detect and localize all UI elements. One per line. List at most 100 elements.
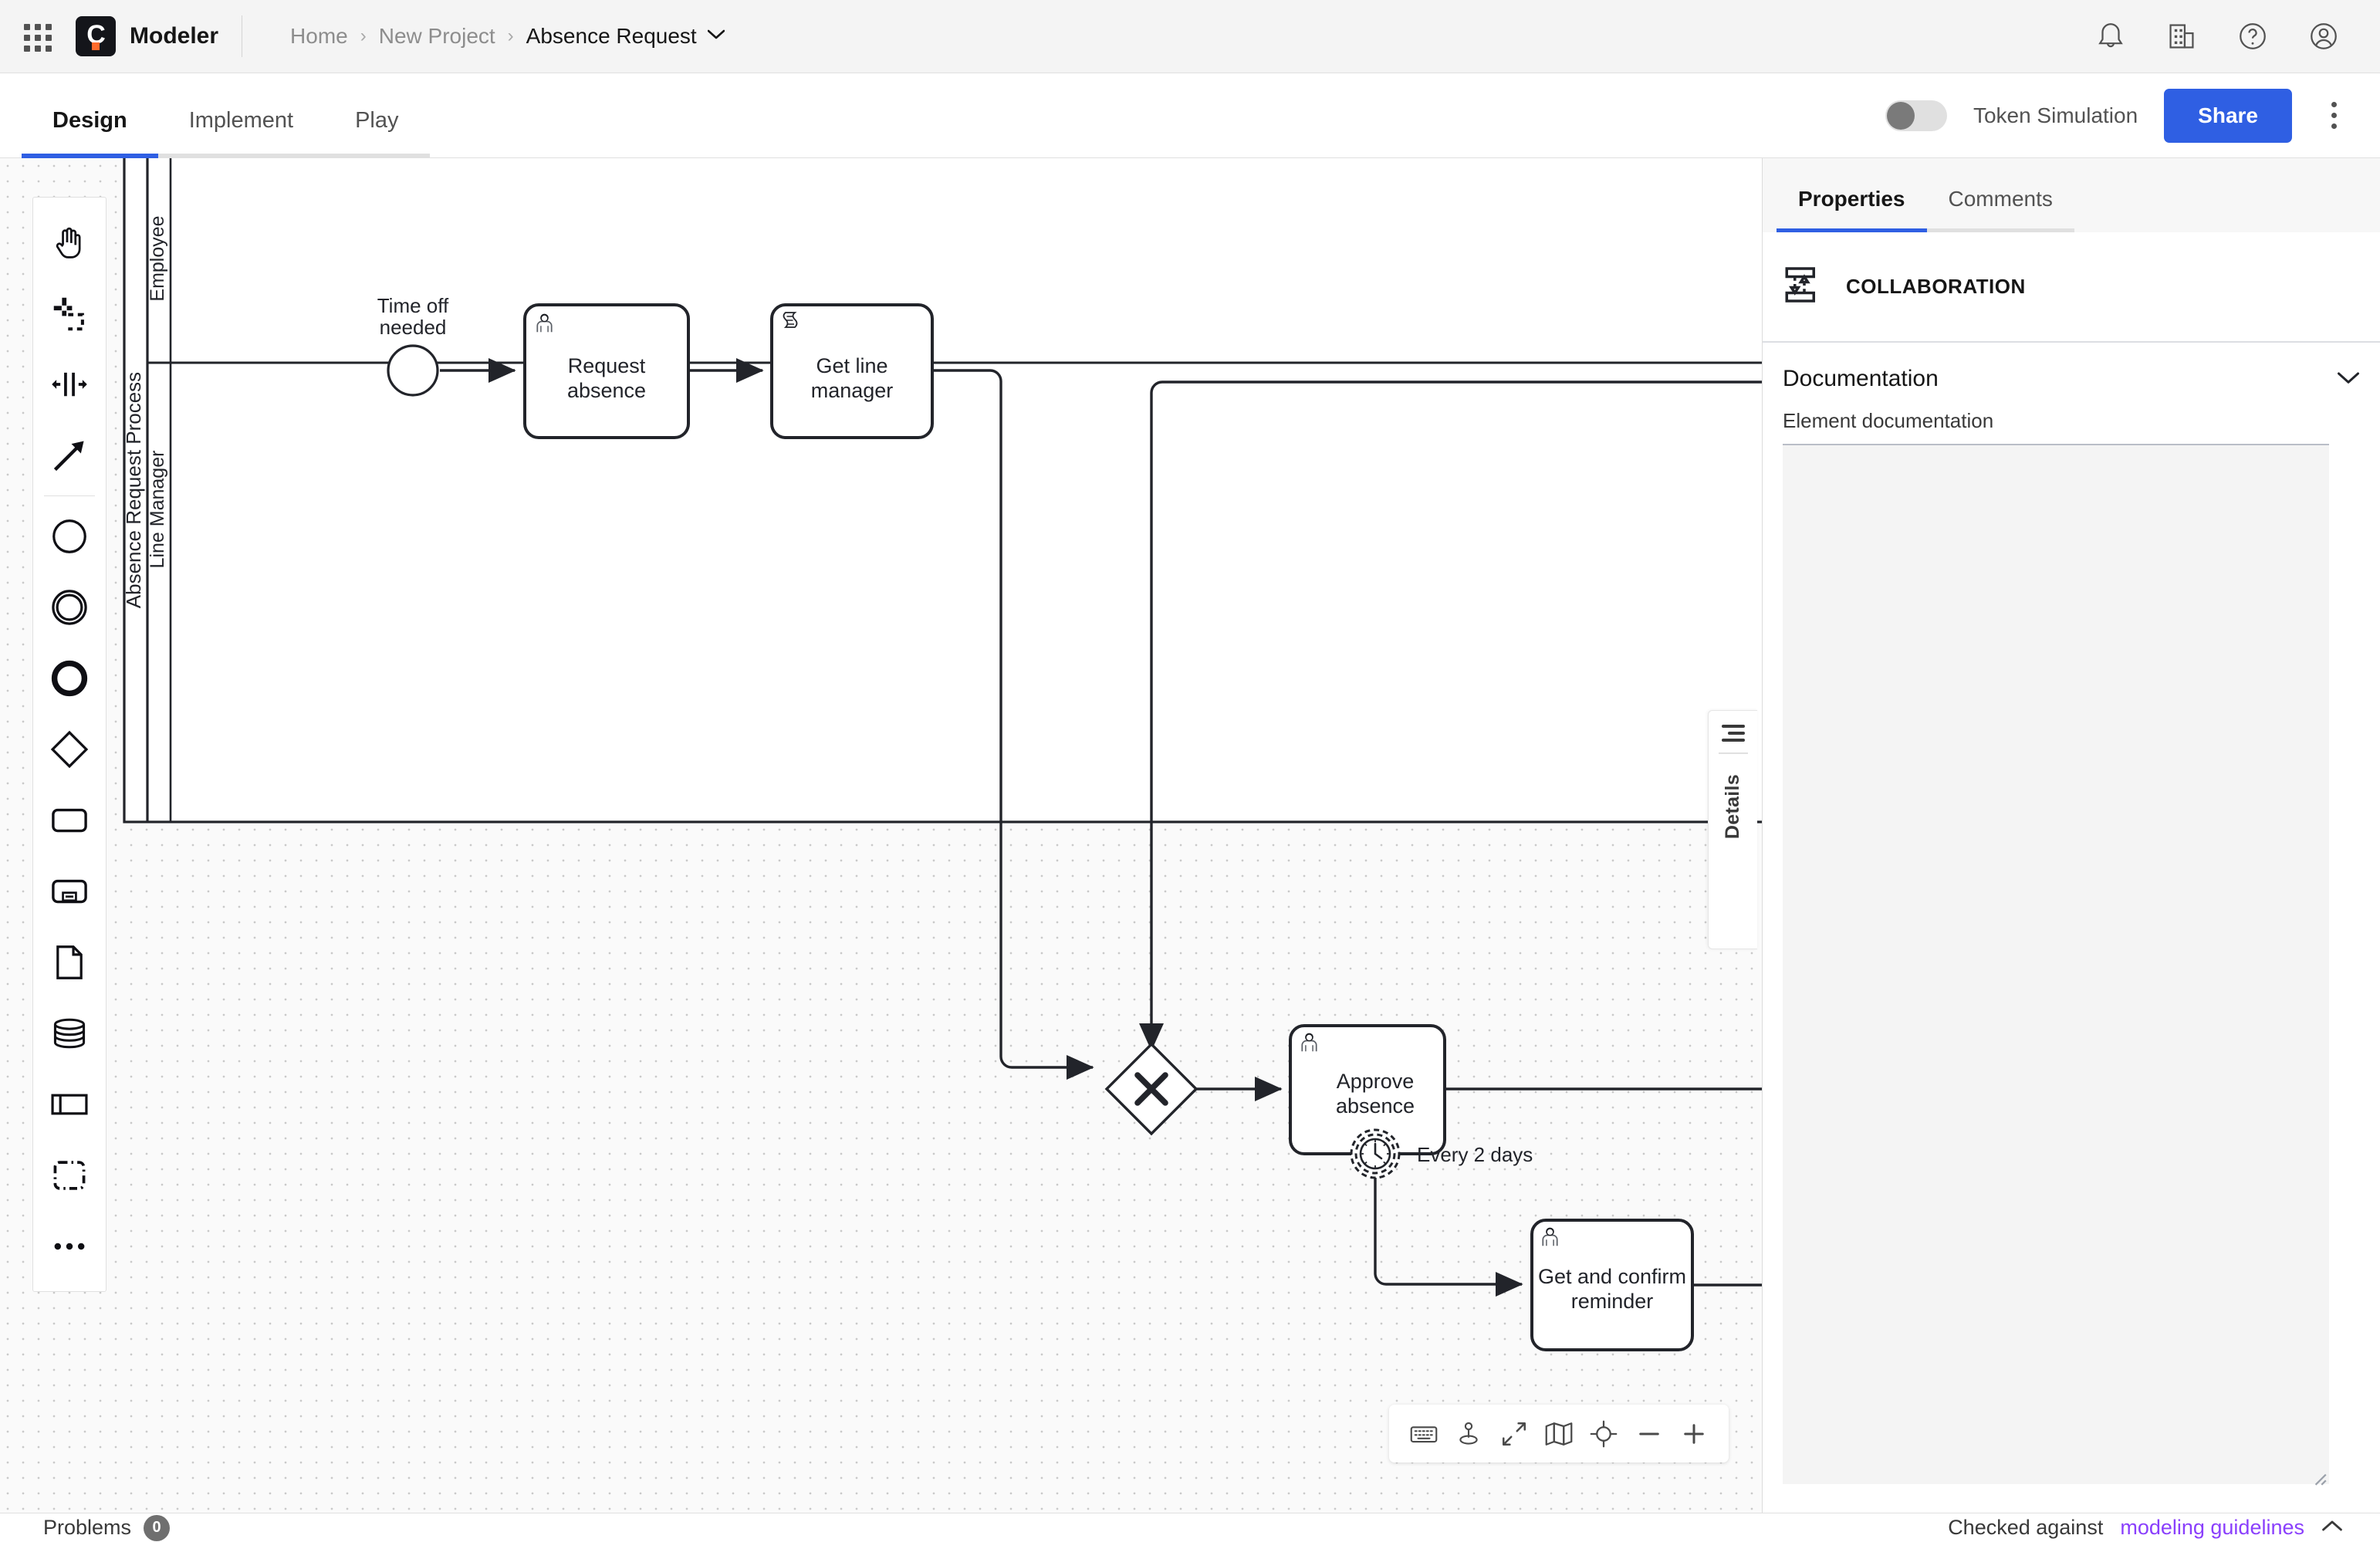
app-name: Modeler	[130, 23, 218, 49]
properties-section-documentation[interactable]: Documentation	[1763, 343, 2380, 409]
brand-home-link[interactable]: C Modeler	[76, 16, 218, 56]
topbar-actions	[2093, 19, 2341, 54]
zoom-out-icon[interactable]	[1629, 1414, 1669, 1454]
share-button[interactable]: Share	[2164, 89, 2292, 143]
lane-label-employee: Employee	[147, 215, 168, 301]
details-divider	[1719, 752, 1748, 754]
start-event-label-line2: needed	[380, 316, 447, 339]
bpmn-task-get-and-confirm-reminder: Get and confirm reminder	[1532, 1220, 1692, 1350]
task-label: Get line	[816, 354, 887, 377]
organization-icon[interactable]	[2164, 19, 2199, 54]
modeling-guidelines-link[interactable]: modeling guidelines	[2120, 1516, 2304, 1540]
element-type-label: COLLABORATION	[1846, 275, 2026, 299]
breadcrumb-separator: ›	[508, 25, 514, 47]
sequence-flow	[932, 370, 1093, 1067]
user-task-icon	[1543, 1228, 1557, 1246]
lint-status: Checked against modeling guidelines	[1948, 1516, 2343, 1540]
properties-panel-tabs: Properties Comments	[1763, 158, 2380, 232]
notifications-icon[interactable]	[2093, 19, 2128, 54]
user-task-icon	[1302, 1033, 1316, 1052]
minimap-icon[interactable]	[1539, 1414, 1579, 1454]
editor-toolbar: Design Implement Play Token Simulation S…	[0, 73, 2380, 158]
more-elements-icon[interactable]	[32, 1211, 106, 1282]
task-label: Get and confirm	[1538, 1265, 1686, 1288]
documentation-textarea[interactable]	[1783, 444, 2329, 1484]
properties-panel: Properties Comments COLLABORATION Docume…	[1762, 158, 2380, 1513]
bpmn-pool: Absence Request Process Employee Line Ma…	[122, 158, 1762, 822]
task-label: manager	[811, 379, 894, 402]
tab-properties[interactable]: Properties	[1777, 187, 1927, 232]
task-label: Request	[568, 354, 646, 377]
lasso-tool-icon[interactable]	[32, 278, 106, 349]
breadcrumb: Home › New Project › Absence Request	[290, 24, 725, 49]
details-lines-icon	[1722, 725, 1745, 742]
bpmn-start-event: Time off needed	[377, 294, 449, 395]
bpmn-subprocess-frame	[1151, 382, 1762, 822]
task-label: reminder	[1571, 1290, 1654, 1313]
bpmn-task-approve-absence: Approve absence	[1290, 1026, 1445, 1154]
connect-tool-icon[interactable]	[32, 420, 106, 491]
details-flyout-tab[interactable]: Details	[1708, 710, 1757, 949]
participant-icon[interactable]	[32, 1069, 106, 1140]
intermediate-event-icon[interactable]	[32, 572, 106, 643]
canvas-toolbar	[1389, 1405, 1729, 1463]
tab-design[interactable]: Design	[22, 108, 158, 158]
gateway-icon[interactable]	[32, 714, 106, 785]
account-icon[interactable]	[2306, 19, 2341, 54]
chevron-down-icon[interactable]	[708, 28, 725, 45]
breadcrumb-item-diagram[interactable]: Absence Request	[526, 24, 697, 49]
problems-label: Problems	[43, 1516, 131, 1540]
group-icon[interactable]	[32, 1140, 106, 1211]
start-event-label-line1: Time off	[377, 294, 449, 317]
task-icon[interactable]	[32, 785, 106, 856]
keyboard-shortcuts-icon[interactable]	[1404, 1414, 1444, 1454]
details-label: Details	[1722, 774, 1744, 839]
hand-tool-icon[interactable]	[32, 207, 106, 278]
status-bar: Problems 0 Checked against modeling guid…	[0, 1513, 2380, 1542]
chevron-up-icon[interactable]	[2321, 1519, 2343, 1537]
end-event-icon[interactable]	[32, 643, 106, 714]
section-title: Documentation	[1783, 366, 1939, 392]
app-switcher-icon[interactable]	[14, 14, 59, 59]
space-tool-icon[interactable]	[32, 349, 106, 420]
documentation-field: Element documentation	[1763, 409, 2380, 1488]
token-simulation-toggle[interactable]	[1885, 100, 1947, 131]
top-bar: C Modeler Home › New Project › Absence R…	[0, 0, 2380, 73]
checked-against-label: Checked against	[1948, 1516, 2103, 1540]
breadcrumb-separator: ›	[360, 25, 367, 47]
marker-pin-icon[interactable]	[1449, 1414, 1489, 1454]
token-simulation-label: Token Simulation	[1973, 103, 2138, 128]
documentation-field-label: Element documentation	[1783, 409, 2360, 433]
problems-panel-toggle[interactable]: Problems 0	[43, 1515, 170, 1541]
problems-count-badge: 0	[144, 1515, 170, 1541]
breadcrumb-item-project[interactable]: New Project	[379, 24, 495, 49]
more-options-icon[interactable]	[2318, 96, 2349, 135]
pool-label: Absence Request Process	[122, 372, 145, 608]
help-icon[interactable]	[2235, 19, 2270, 54]
data-store-icon[interactable]	[32, 998, 106, 1069]
lane-label-line-manager: Line Manager	[147, 451, 168, 569]
bpmn-task-request-absence: Request absence	[525, 305, 688, 438]
chevron-down-icon[interactable]	[2337, 370, 2360, 389]
tab-implement[interactable]: Implement	[158, 108, 324, 158]
bpmn-diagram: Absence Request Process Employee Line Ma…	[0, 158, 1762, 1513]
tab-play[interactable]: Play	[324, 108, 429, 158]
bpmn-exclusive-gateway	[1107, 1044, 1196, 1134]
user-task-icon	[537, 314, 551, 333]
properties-element-header: COLLABORATION	[1763, 232, 2380, 343]
breadcrumb-item-home[interactable]: Home	[290, 24, 348, 49]
reset-zoom-icon[interactable]	[1584, 1414, 1624, 1454]
task-label: absence	[567, 379, 646, 402]
zoom-in-icon[interactable]	[1674, 1414, 1714, 1454]
fit-viewport-icon[interactable]	[1494, 1414, 1534, 1454]
start-event-icon[interactable]	[32, 501, 106, 572]
boundary-event-label: Every 2 days	[1417, 1143, 1533, 1166]
task-label: absence	[1336, 1094, 1415, 1118]
script-task-icon	[784, 313, 797, 327]
sequence-flow	[1375, 1178, 1522, 1284]
data-object-icon[interactable]	[32, 927, 106, 998]
diagram-canvas[interactable]: Absence Request Process Employee Line Ma…	[0, 158, 1762, 1513]
subprocess-icon[interactable]	[32, 856, 106, 927]
task-label: Approve	[1337, 1070, 1415, 1093]
tab-comments[interactable]: Comments	[1927, 187, 2074, 232]
